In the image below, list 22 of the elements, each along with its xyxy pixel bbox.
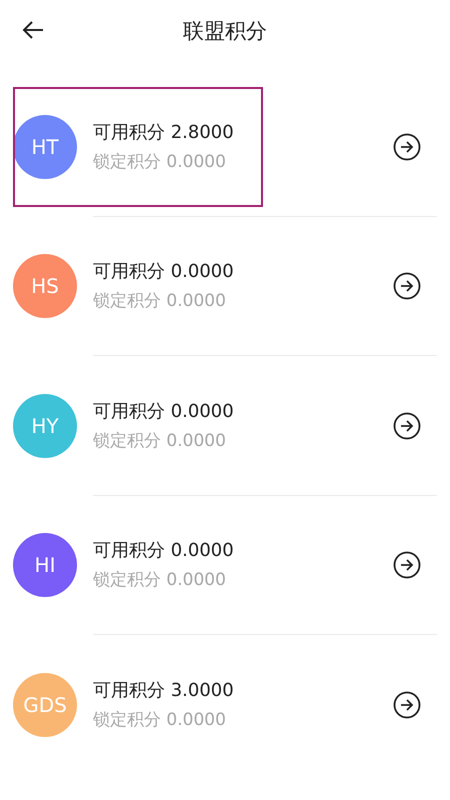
token-avatar: GDS xyxy=(13,672,77,737)
locked-points: 锁定积分 0.0000 xyxy=(93,290,227,313)
available-points: 可用积分 0.0000 xyxy=(93,539,235,563)
arrow-circle-icon[interactable] xyxy=(393,551,421,580)
token-avatar: HY xyxy=(13,394,77,458)
available-points: 可用积分 3.0000 xyxy=(93,678,235,702)
back-button[interactable] xyxy=(22,20,44,40)
locked-points: 锁定积分 0.0000 xyxy=(93,150,227,174)
token-avatar: HI xyxy=(13,533,77,598)
arrow-circle-icon[interactable] xyxy=(393,272,421,300)
arrow-circle-icon[interactable] xyxy=(393,132,421,161)
locked-points: 锁定积分 0.0000 xyxy=(93,708,227,732)
arrow-circle-icon[interactable] xyxy=(393,690,421,719)
locked-points: 锁定积分 0.0000 xyxy=(93,569,227,592)
locked-points: 锁定积分 0.0000 xyxy=(93,430,227,452)
arrow-circle-icon[interactable] xyxy=(393,412,421,440)
token-avatar: HT xyxy=(13,114,77,179)
available-points: 可用积分 0.0000 xyxy=(93,400,235,424)
token-avatar: HS xyxy=(13,254,77,318)
available-points: 可用积分 2.8000 xyxy=(93,120,235,144)
page-title: 联盟积分 xyxy=(183,18,267,46)
available-points: 可用积分 0.0000 xyxy=(93,260,235,284)
